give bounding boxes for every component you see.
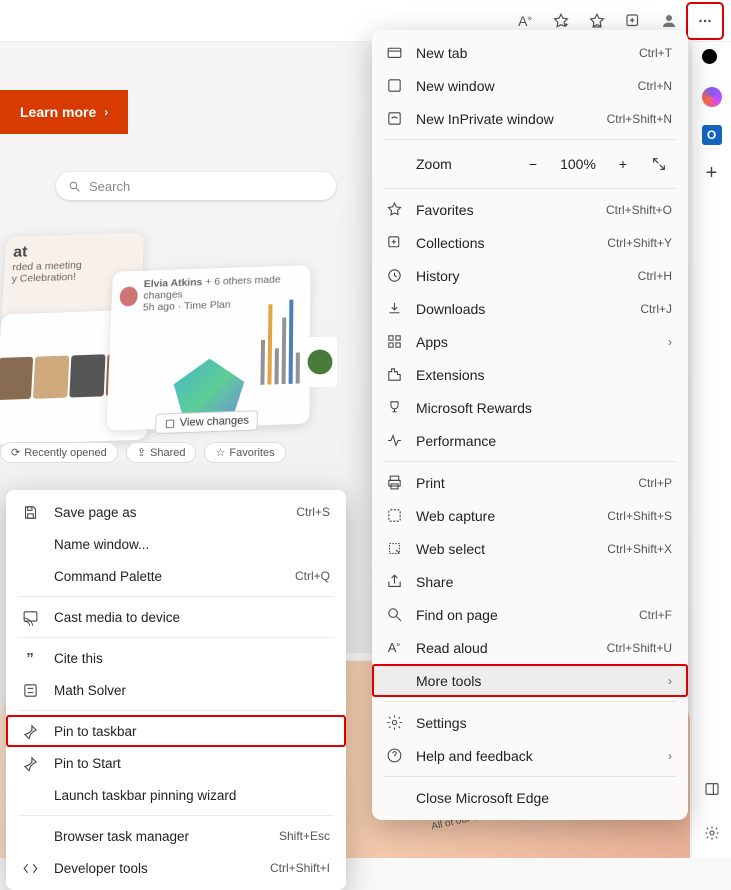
submenu-developer-tools[interactable]: Developer tools Ctrl+Shift+I bbox=[6, 852, 346, 884]
blank-icon bbox=[384, 671, 404, 691]
zoom-in-button[interactable]: + bbox=[610, 151, 636, 177]
menu-print[interactable]: Print Ctrl+P bbox=[372, 466, 688, 499]
settings-sidebar-button[interactable] bbox=[697, 818, 727, 848]
new-tab-icon bbox=[384, 43, 404, 63]
menu-close-edge[interactable]: Close Microsoft Edge bbox=[372, 781, 688, 814]
submenu-command-palette[interactable]: Command Palette Ctrl+Q bbox=[6, 560, 346, 592]
quote-icon: ” bbox=[20, 648, 40, 668]
menu-new-inprivate[interactable]: New InPrivate window Ctrl+Shift+N bbox=[372, 102, 688, 135]
menu-find-on-page[interactable]: Find on page Ctrl+F bbox=[372, 598, 688, 631]
zoom-out-button[interactable]: − bbox=[520, 151, 546, 177]
menu-extensions[interactable]: Extensions bbox=[372, 358, 688, 391]
collections-icon bbox=[384, 233, 404, 253]
learn-more-link[interactable]: Learn more bbox=[20, 104, 96, 120]
submenu-pin-to-taskbar[interactable]: Pin to taskbar bbox=[6, 715, 346, 747]
submenu-pin-to-start[interactable]: Pin to Start bbox=[6, 747, 346, 779]
chevron-right-icon: › bbox=[668, 674, 672, 688]
devtools-icon bbox=[20, 858, 40, 878]
pin-icon bbox=[20, 753, 40, 773]
blank-icon bbox=[20, 785, 40, 805]
submenu-task-manager[interactable]: Browser task manager Shift+Esc bbox=[6, 820, 346, 852]
help-icon bbox=[384, 746, 404, 766]
save-icon bbox=[20, 502, 40, 522]
apps-icon bbox=[384, 332, 404, 352]
menu-performance[interactable]: Performance bbox=[372, 424, 688, 457]
cast-icon bbox=[20, 607, 40, 627]
menu-settings[interactable]: Settings bbox=[372, 706, 688, 739]
settings-and-more-menu: New tab Ctrl+T New window Ctrl+N New InP… bbox=[372, 30, 688, 820]
menu-collections[interactable]: Collections Ctrl+Shift+Y bbox=[372, 226, 688, 259]
menu-zoom-row: Zoom − 100% + bbox=[372, 144, 688, 184]
submenu-launch-pinning-wizard[interactable]: Launch taskbar pinning wizard bbox=[6, 779, 346, 811]
print-icon bbox=[384, 473, 404, 493]
menu-new-tab[interactable]: New tab Ctrl+T bbox=[372, 36, 688, 69]
search-placeholder: Search bbox=[89, 179, 130, 194]
performance-icon bbox=[384, 431, 404, 451]
blank-icon bbox=[384, 788, 404, 808]
sidebar-toggle-button[interactable] bbox=[697, 774, 727, 804]
view-changes-button[interactable]: View changes bbox=[155, 410, 258, 434]
star-icon bbox=[384, 200, 404, 220]
math-icon bbox=[20, 680, 40, 700]
extensions-icon bbox=[384, 365, 404, 385]
download-icon bbox=[384, 299, 404, 319]
history-icon bbox=[384, 266, 404, 286]
copilot-sidebar-button[interactable] bbox=[697, 82, 727, 112]
trophy-icon bbox=[384, 398, 404, 418]
fullscreen-button[interactable] bbox=[646, 151, 672, 177]
submenu-name-window[interactable]: Name window... bbox=[6, 528, 346, 560]
submenu-math-solver[interactable]: Math Solver bbox=[6, 674, 346, 706]
submenu-cite-this[interactable]: ” Cite this bbox=[6, 642, 346, 674]
pin-icon bbox=[20, 721, 40, 741]
menu-help[interactable]: Help and feedback › bbox=[372, 739, 688, 772]
edge-right-sidebar: b O + bbox=[691, 0, 731, 858]
menu-rewards[interactable]: Microsoft Rewards bbox=[372, 391, 688, 424]
blank-icon bbox=[20, 566, 40, 586]
outlook-sidebar-button[interactable]: O bbox=[697, 120, 727, 150]
chip-recently-opened[interactable]: ⟳Recently opened bbox=[0, 442, 118, 463]
menu-read-aloud[interactable]: A» Read aloud Ctrl+Shift+U bbox=[372, 631, 688, 664]
menu-downloads[interactable]: Downloads Ctrl+J bbox=[372, 292, 688, 325]
chip-favorites[interactable]: ☆Favorites bbox=[204, 442, 285, 463]
blank-icon bbox=[20, 534, 40, 554]
menu-share[interactable]: Share bbox=[372, 565, 688, 598]
menu-more-tools[interactable]: More tools › bbox=[372, 664, 688, 697]
inprivate-icon bbox=[384, 109, 404, 129]
read-aloud-icon: A» bbox=[384, 638, 404, 658]
menu-history[interactable]: History Ctrl+H bbox=[372, 259, 688, 292]
zoom-value: 100% bbox=[556, 156, 600, 172]
new-window-icon bbox=[384, 76, 404, 96]
chevron-right-icon: › bbox=[668, 749, 672, 763]
find-icon bbox=[384, 605, 404, 625]
chip-shared[interactable]: ⇪Shared bbox=[126, 442, 197, 463]
menu-apps[interactable]: Apps › bbox=[372, 325, 688, 358]
more-tools-submenu: Save page as Ctrl+S Name window... Comma… bbox=[6, 490, 346, 890]
more-menu-button[interactable] bbox=[687, 3, 723, 39]
gear-icon bbox=[384, 713, 404, 733]
submenu-cast-media[interactable]: Cast media to device bbox=[6, 601, 346, 633]
product-thumb bbox=[280, 302, 360, 422]
submenu-save-page-as[interactable]: Save page as Ctrl+S bbox=[6, 496, 346, 528]
menu-favorites[interactable]: Favorites Ctrl+Shift+O bbox=[372, 193, 688, 226]
add-sidebar-button[interactable]: + bbox=[697, 158, 727, 188]
menu-web-capture[interactable]: Web capture Ctrl+Shift+S bbox=[372, 499, 688, 532]
web-select-icon bbox=[384, 539, 404, 559]
filter-chips: ⟳Recently opened ⇪Shared ☆Favorites bbox=[0, 442, 286, 463]
promo-banner[interactable]: Learn more › bbox=[0, 90, 128, 134]
zoom-label: Zoom bbox=[416, 156, 452, 172]
chevron-right-icon: › bbox=[668, 335, 672, 349]
menu-web-select[interactable]: Web select Ctrl+Shift+X bbox=[372, 532, 688, 565]
search-icon bbox=[68, 180, 81, 193]
share-icon bbox=[384, 572, 404, 592]
page-search-box[interactable]: Search bbox=[56, 172, 336, 200]
blank-icon bbox=[20, 826, 40, 846]
web-capture-icon bbox=[384, 506, 404, 526]
search-sidebar-button[interactable] bbox=[697, 44, 727, 74]
menu-new-window[interactable]: New window Ctrl+N bbox=[372, 69, 688, 102]
chevron-right-icon: › bbox=[104, 105, 108, 119]
